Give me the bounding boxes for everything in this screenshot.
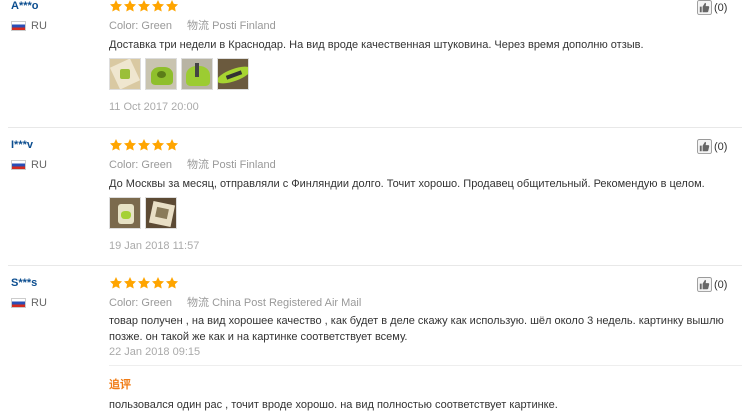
star-icon (137, 0, 151, 13)
review-photo[interactable] (181, 58, 213, 90)
review-date: 19 Jan 2018 11:57 (109, 240, 200, 252)
color-label: Color: (109, 20, 139, 32)
star-icon (109, 0, 123, 13)
user-country: RU (11, 159, 47, 171)
review-photos (109, 197, 177, 229)
review-photos (109, 58, 249, 90)
review-photo[interactable] (217, 58, 249, 90)
review-photo[interactable] (109, 58, 141, 90)
color-label: Color: (109, 297, 139, 309)
shipping-value: Posti Finland (212, 159, 276, 171)
order-info: Color: Green 物流 Posti Finland (109, 156, 276, 172)
star-icon (137, 138, 151, 152)
user-name[interactable]: S***s (11, 277, 37, 289)
rating-stars (109, 276, 179, 290)
star-icon (123, 276, 137, 290)
color-value: Green (141, 20, 172, 32)
review-photo[interactable] (145, 58, 177, 90)
review-photo[interactable] (109, 197, 141, 229)
thumbs-up-icon (697, 277, 712, 292)
review-text: товар получен , на вид хорошее качество … (109, 315, 724, 343)
country-code: RU (31, 20, 47, 32)
review-divider (8, 265, 742, 266)
review-text: До Москвы за месяц, отправляли с Финлянд… (109, 178, 705, 190)
shipping-label: 物流 (187, 159, 210, 171)
followup-divider (109, 365, 742, 366)
review-date: 22 Jan 2018 09:15 (109, 346, 201, 358)
order-info: Color: Green 物流 China Post Registered Ai… (109, 294, 361, 310)
followup-text: пользовался один рас , точит вроде хорош… (109, 399, 558, 411)
user-country: RU (11, 297, 47, 309)
helpful-button[interactable]: (0) (697, 277, 727, 292)
star-icon (151, 0, 165, 13)
russia-flag-icon (11, 160, 26, 170)
country-code: RU (31, 297, 47, 309)
star-icon (109, 276, 123, 290)
followup-label: 追评 (109, 379, 131, 391)
helpful-count: (0) (714, 140, 728, 153)
star-icon (109, 138, 123, 152)
star-icon (123, 138, 137, 152)
user-name[interactable]: I***v (11, 139, 33, 151)
star-icon (151, 276, 165, 290)
star-icon (165, 138, 179, 152)
review-date: 11 Oct 2017 20:00 (109, 101, 199, 113)
shipping-value: China Post Registered Air Mail (212, 297, 362, 309)
helpful-button[interactable]: (0) (697, 0, 727, 15)
shipping-label: 物流 (187, 297, 210, 309)
russia-flag-icon (11, 21, 26, 31)
shipping-value: Posti Finland (212, 20, 276, 32)
review-divider (8, 127, 742, 128)
user-country: RU (11, 20, 47, 32)
order-info: Color: Green 物流 Posti Finland (109, 17, 276, 33)
star-icon (165, 0, 179, 13)
star-icon (165, 276, 179, 290)
user-name[interactable]: A***o (11, 0, 39, 12)
color-label: Color: (109, 159, 139, 171)
country-code: RU (31, 159, 47, 171)
review-text: Доставка три недели в Краснодар. На вид … (109, 39, 644, 51)
rating-stars (109, 138, 179, 152)
thumbs-up-icon (697, 139, 712, 154)
color-value: Green (141, 297, 172, 309)
color-value: Green (141, 159, 172, 171)
shipping-label: 物流 (187, 20, 210, 32)
review-photo[interactable] (145, 197, 177, 229)
rating-stars (109, 0, 179, 13)
thumbs-up-icon (697, 0, 712, 15)
helpful-count: (0) (714, 278, 728, 291)
helpful-count: (0) (714, 1, 728, 14)
star-icon (137, 276, 151, 290)
star-icon (123, 0, 137, 13)
helpful-button[interactable]: (0) (697, 139, 727, 154)
russia-flag-icon (11, 298, 26, 308)
star-icon (151, 138, 165, 152)
